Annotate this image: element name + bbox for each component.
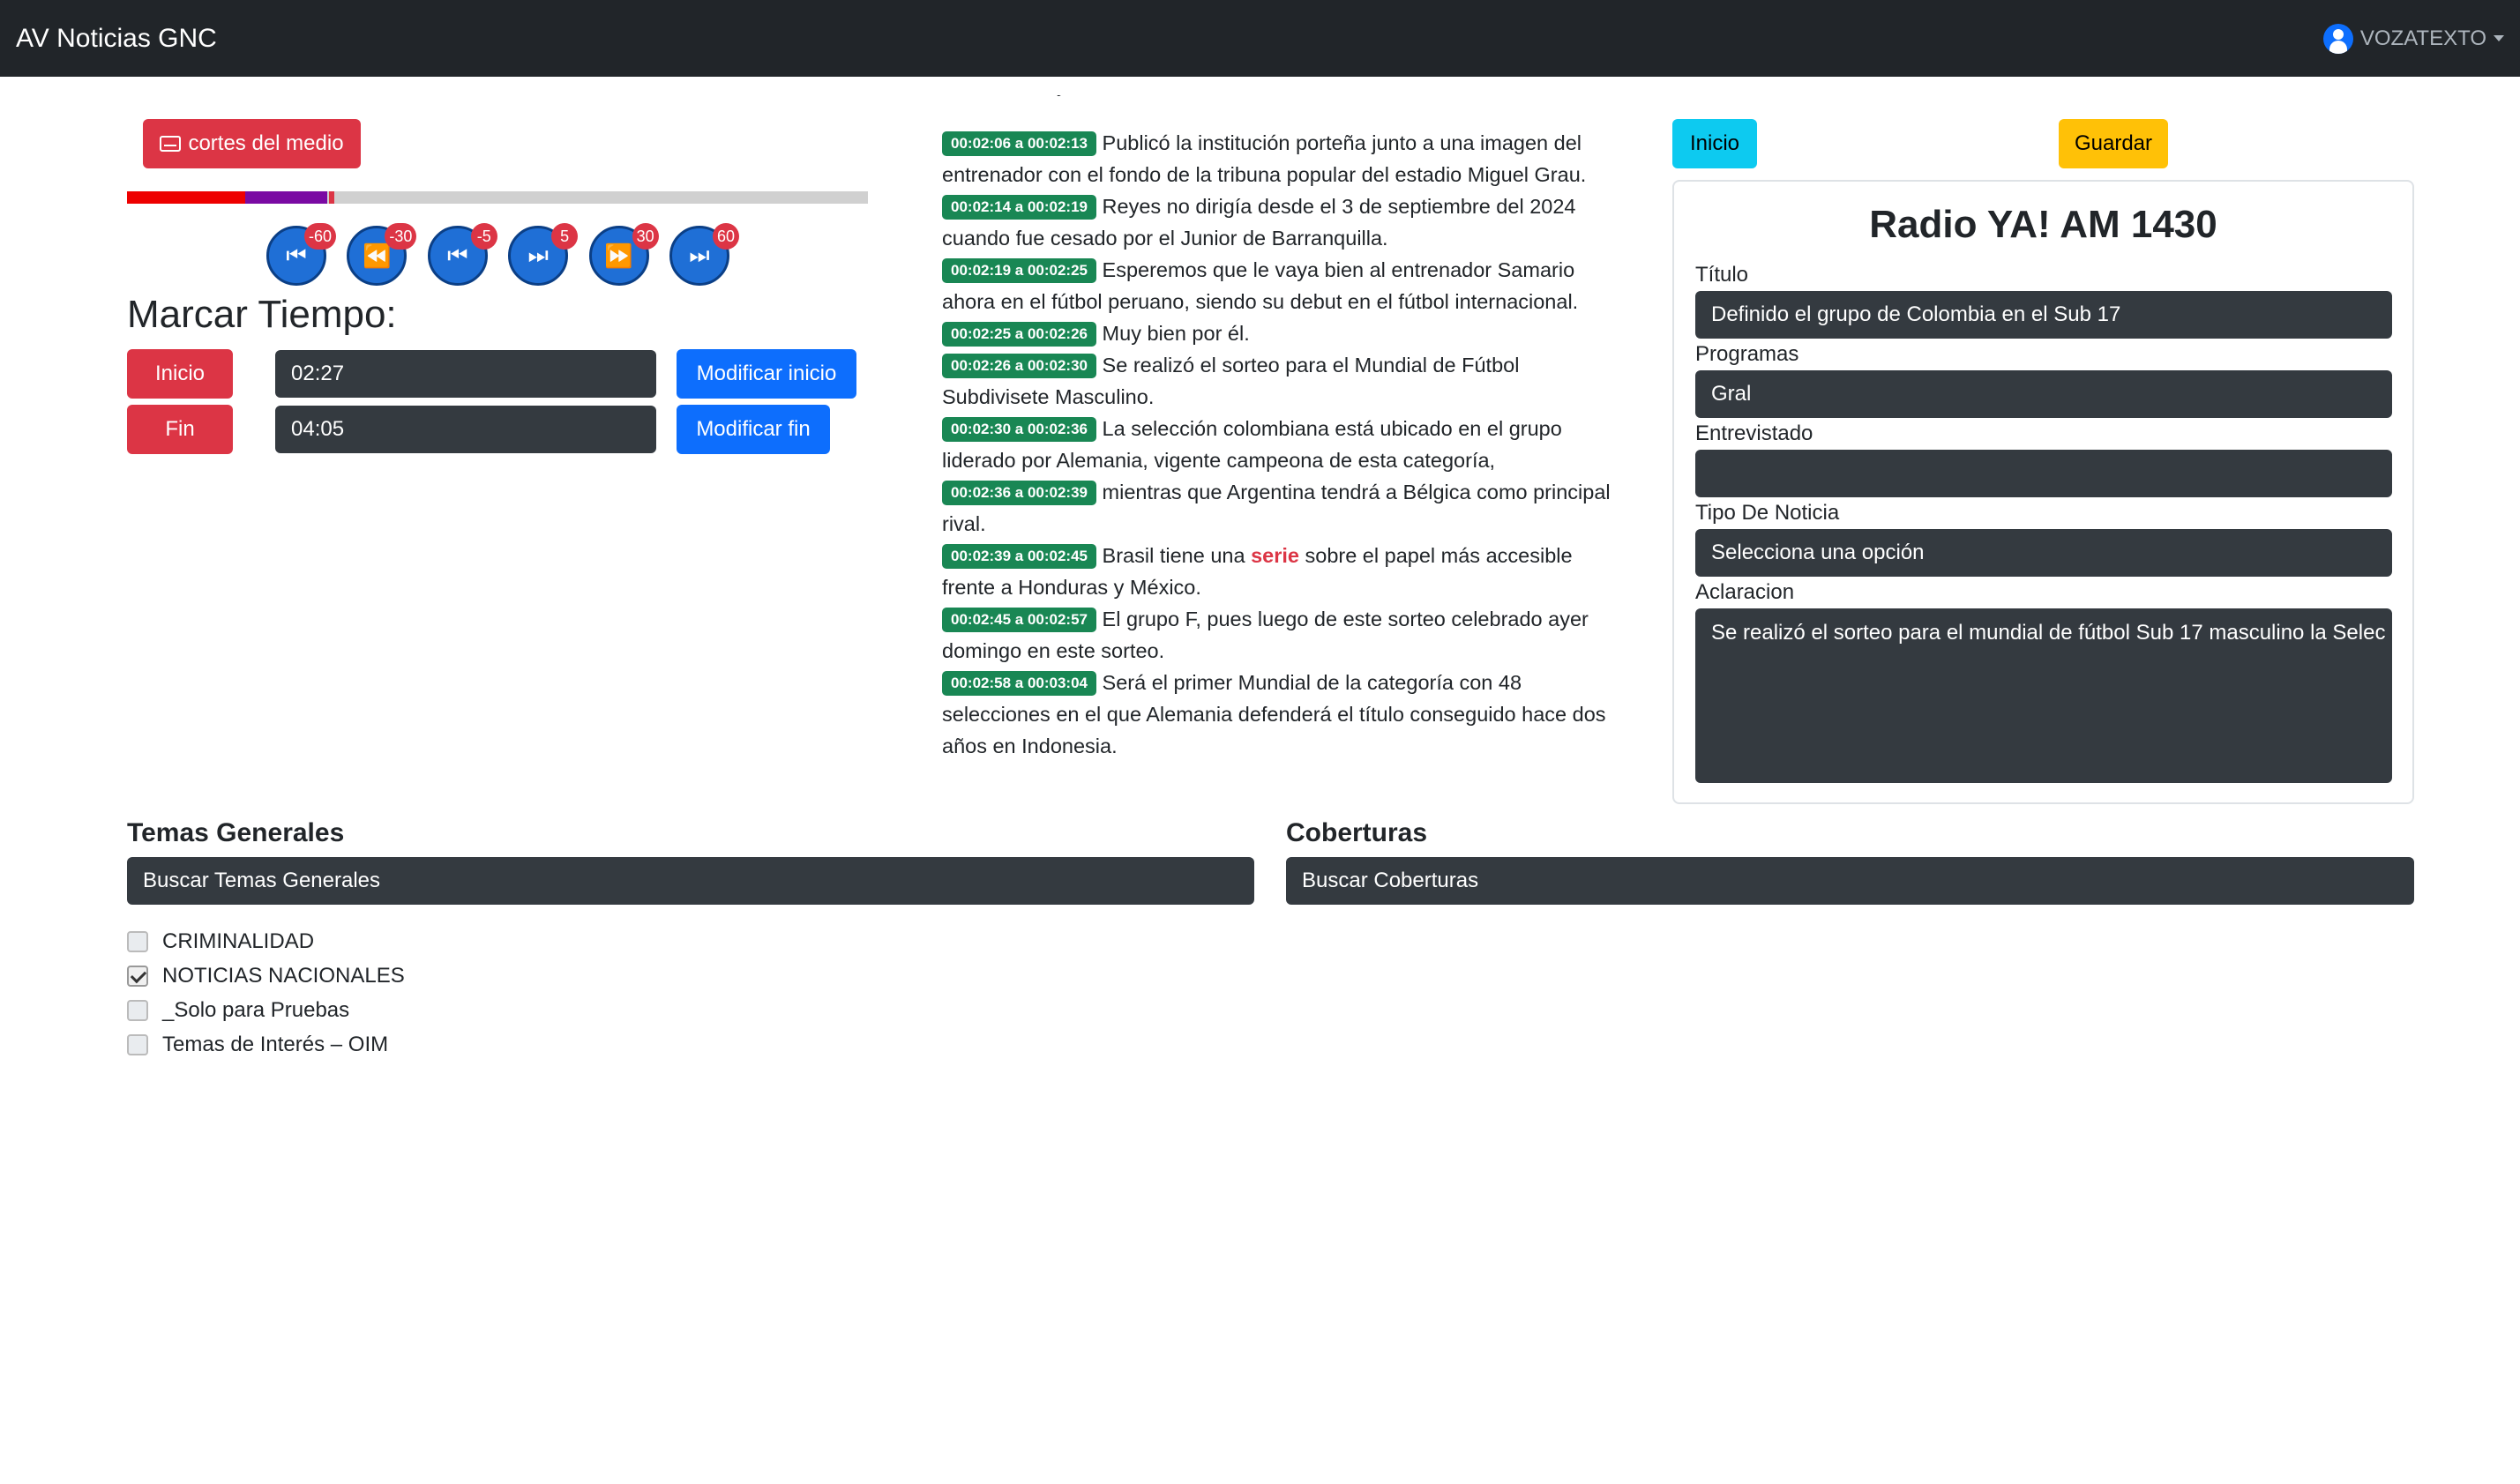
tema-checkbox-item[interactable]: NOTICIAS NACIONALES (127, 964, 405, 988)
tema-label: CRIMINALIDAD (162, 929, 315, 953)
fast-forward-icon: ⏭ (527, 242, 549, 268)
skip-seconds-badge: -60 (303, 223, 336, 250)
transcript-clipped-text: y (1057, 95, 1067, 101)
tipo-noticia-select[interactable]: Selecciona una opción (1695, 529, 2392, 577)
transcript-segment[interactable]: 00:02:30 a 00:02:36 La selección colombi… (942, 413, 1621, 476)
brand-title[interactable]: AV Noticias GNC (16, 24, 217, 54)
cortes-del-medio-button[interactable]: cortes del medio (143, 119, 361, 168)
temas-search-input[interactable]: Buscar Temas Generales (127, 857, 1254, 905)
marcar-fin-button[interactable]: Fin (127, 405, 233, 454)
user-name: VOZATEXTO (2359, 26, 2486, 50)
inicio-button[interactable]: Inicio (1672, 119, 1757, 168)
transcript-segment[interactable]: 00:02:39 a 00:02:45 Brasil tiene una ser… (942, 540, 1621, 603)
transcript-panel[interactable]: y 00:02:06 a 00:02:13 Publicó la instituc… (942, 95, 1621, 765)
tema-checkbox-item[interactable]: _Solo para Pruebas (127, 998, 349, 1023)
timestamp-badge[interactable]: 00:02:45 a 00:02:57 (942, 608, 1097, 632)
coberturas-title: Coberturas (1286, 818, 1428, 847)
rewind-icon: ⏮ (286, 242, 307, 268)
timestamp-badge[interactable]: 00:02:25 a 00:02:26 (942, 322, 1097, 347)
top-navbar: AV Noticias GNC VOZATEXTO (0, 0, 2520, 77)
progress-marker (329, 191, 335, 204)
tipo-noticia-label: Tipo De Noticia (1695, 501, 1840, 525)
modificar-inicio-button[interactable]: Modificar inicio (677, 349, 856, 399)
transcript-segment[interactable]: 00:02:45 a 00:02:57 El grupo F, pues lue… (942, 603, 1621, 667)
timestamp-badge[interactable]: 00:02:58 a 00:03:04 (942, 671, 1097, 696)
tema-checkbox-item[interactable]: Temas de Interés – OIM (127, 1033, 388, 1057)
marcar-inicio-button[interactable]: Inicio (127, 349, 233, 399)
timestamp-badge[interactable]: 00:02:39 a 00:02:45 (942, 544, 1097, 569)
keyword-highlight: serie (1251, 544, 1299, 567)
modificar-fin-button[interactable]: Modificar fin (677, 405, 830, 454)
skip-seconds-badge: 30 (632, 223, 659, 250)
fast-forward-icon: ⏭ (689, 242, 710, 268)
skip-forward-30-button[interactable]: ⏩ 30 (588, 223, 659, 286)
media-progress-bar[interactable] (127, 191, 868, 204)
progress-segment (245, 191, 327, 204)
skip-back-30-button[interactable]: ⏪ -30 (347, 223, 417, 286)
rewind-icon: ⏪ (363, 242, 392, 269)
timestamp-badge[interactable]: 00:02:14 a 00:02:19 (942, 195, 1097, 220)
skip-forward-60-button[interactable]: ⏭ 60 (669, 223, 739, 286)
temas-generales-title: Temas Generales (127, 818, 345, 847)
tema-checkbox-item[interactable]: CRIMINALIDAD (127, 929, 314, 954)
programas-field[interactable]: Gral (1695, 370, 2392, 418)
station-title: Radio YA! AM 1430 (1869, 203, 2217, 246)
tema-label: _Solo para Pruebas (162, 998, 350, 1022)
titulo-field[interactable]: Definido el grupo de Colombia en el Sub … (1695, 291, 2392, 339)
user-menu[interactable]: VOZATEXTO (2322, 23, 2504, 54)
checkbox[interactable] (127, 1000, 148, 1021)
inicio-time-field[interactable]: 02:27 (275, 350, 656, 398)
entrevistado-label: Entrevistado (1695, 421, 1813, 445)
fin-time-field[interactable]: 04:05 (275, 406, 656, 453)
checkbox[interactable] (127, 966, 148, 987)
guardar-button[interactable]: Guardar (2059, 119, 2168, 168)
timestamp-badge[interactable]: 00:02:06 a 00:02:13 (942, 131, 1097, 156)
user-circle-icon (2322, 23, 2353, 54)
timestamp-badge[interactable]: 00:02:30 a 00:02:36 (942, 417, 1097, 442)
checkbox[interactable] (127, 931, 148, 952)
skip-seconds-badge: 60 (712, 223, 739, 250)
fast-forward-icon: ⏩ (604, 242, 633, 269)
skip-seconds-badge: 5 (551, 223, 579, 250)
captions-icon (160, 136, 182, 152)
skip-back-5-button[interactable]: ⏮ -5 (427, 223, 497, 286)
chevron-down-icon (2494, 35, 2504, 41)
timestamp-badge[interactable]: 00:02:36 a 00:02:39 (942, 481, 1097, 505)
timestamp-badge[interactable]: 00:02:26 a 00:02:30 (942, 354, 1097, 378)
marcar-tiempo-title: Marcar Tiempo: (127, 293, 397, 336)
tema-label: NOTICIAS NACIONALES (162, 964, 405, 988)
tema-label: Temas de Interés – OIM (162, 1033, 389, 1056)
transcript-segment[interactable]: 00:02:58 a 00:03:04 Será el primer Mundi… (942, 667, 1621, 762)
skip-forward-5-button[interactable]: ⏭ 5 (508, 223, 579, 286)
transcript-segment[interactable]: 00:02:26 a 00:02:30 Se realizó el sorteo… (942, 349, 1621, 413)
entrevistado-field[interactable] (1695, 450, 2392, 497)
checkbox[interactable] (127, 1034, 148, 1055)
timestamp-badge[interactable]: 00:02:19 a 00:02:25 (942, 258, 1097, 283)
transcript-segment[interactable]: 00:02:14 a 00:02:19 Reyes no dirigía des… (942, 190, 1621, 254)
skip-back-60-button[interactable]: ⏮ -60 (266, 223, 336, 286)
aclaracion-textarea[interactable]: Se realizó el sorteo para el mundial de … (1695, 608, 2392, 783)
transcript-segment[interactable]: 00:02:36 a 00:02:39 mientras que Argenti… (942, 476, 1621, 540)
transcript-segment[interactable]: 00:02:06 a 00:02:13 Publicó la instituci… (942, 127, 1621, 190)
progress-played (127, 191, 246, 204)
rewind-icon: ⏮ (447, 242, 468, 268)
skip-seconds-badge: -5 (470, 223, 497, 250)
coberturas-search-input[interactable]: Buscar Coberturas (1286, 857, 2414, 905)
transcript-segment[interactable]: 00:02:19 a 00:02:25 Esperemos que le vay… (942, 254, 1621, 317)
aclaracion-label: Aclaracion (1695, 580, 1795, 604)
programas-label: Programas (1695, 342, 1799, 366)
transcript-segment[interactable]: 00:02:25 a 00:02:26 Muy bien por él. (942, 317, 1621, 349)
titulo-label: Título (1695, 263, 1749, 287)
news-form-card: Radio YA! AM 1430 Título Definido el gru… (1672, 180, 2414, 804)
skip-seconds-badge: -30 (385, 223, 417, 250)
